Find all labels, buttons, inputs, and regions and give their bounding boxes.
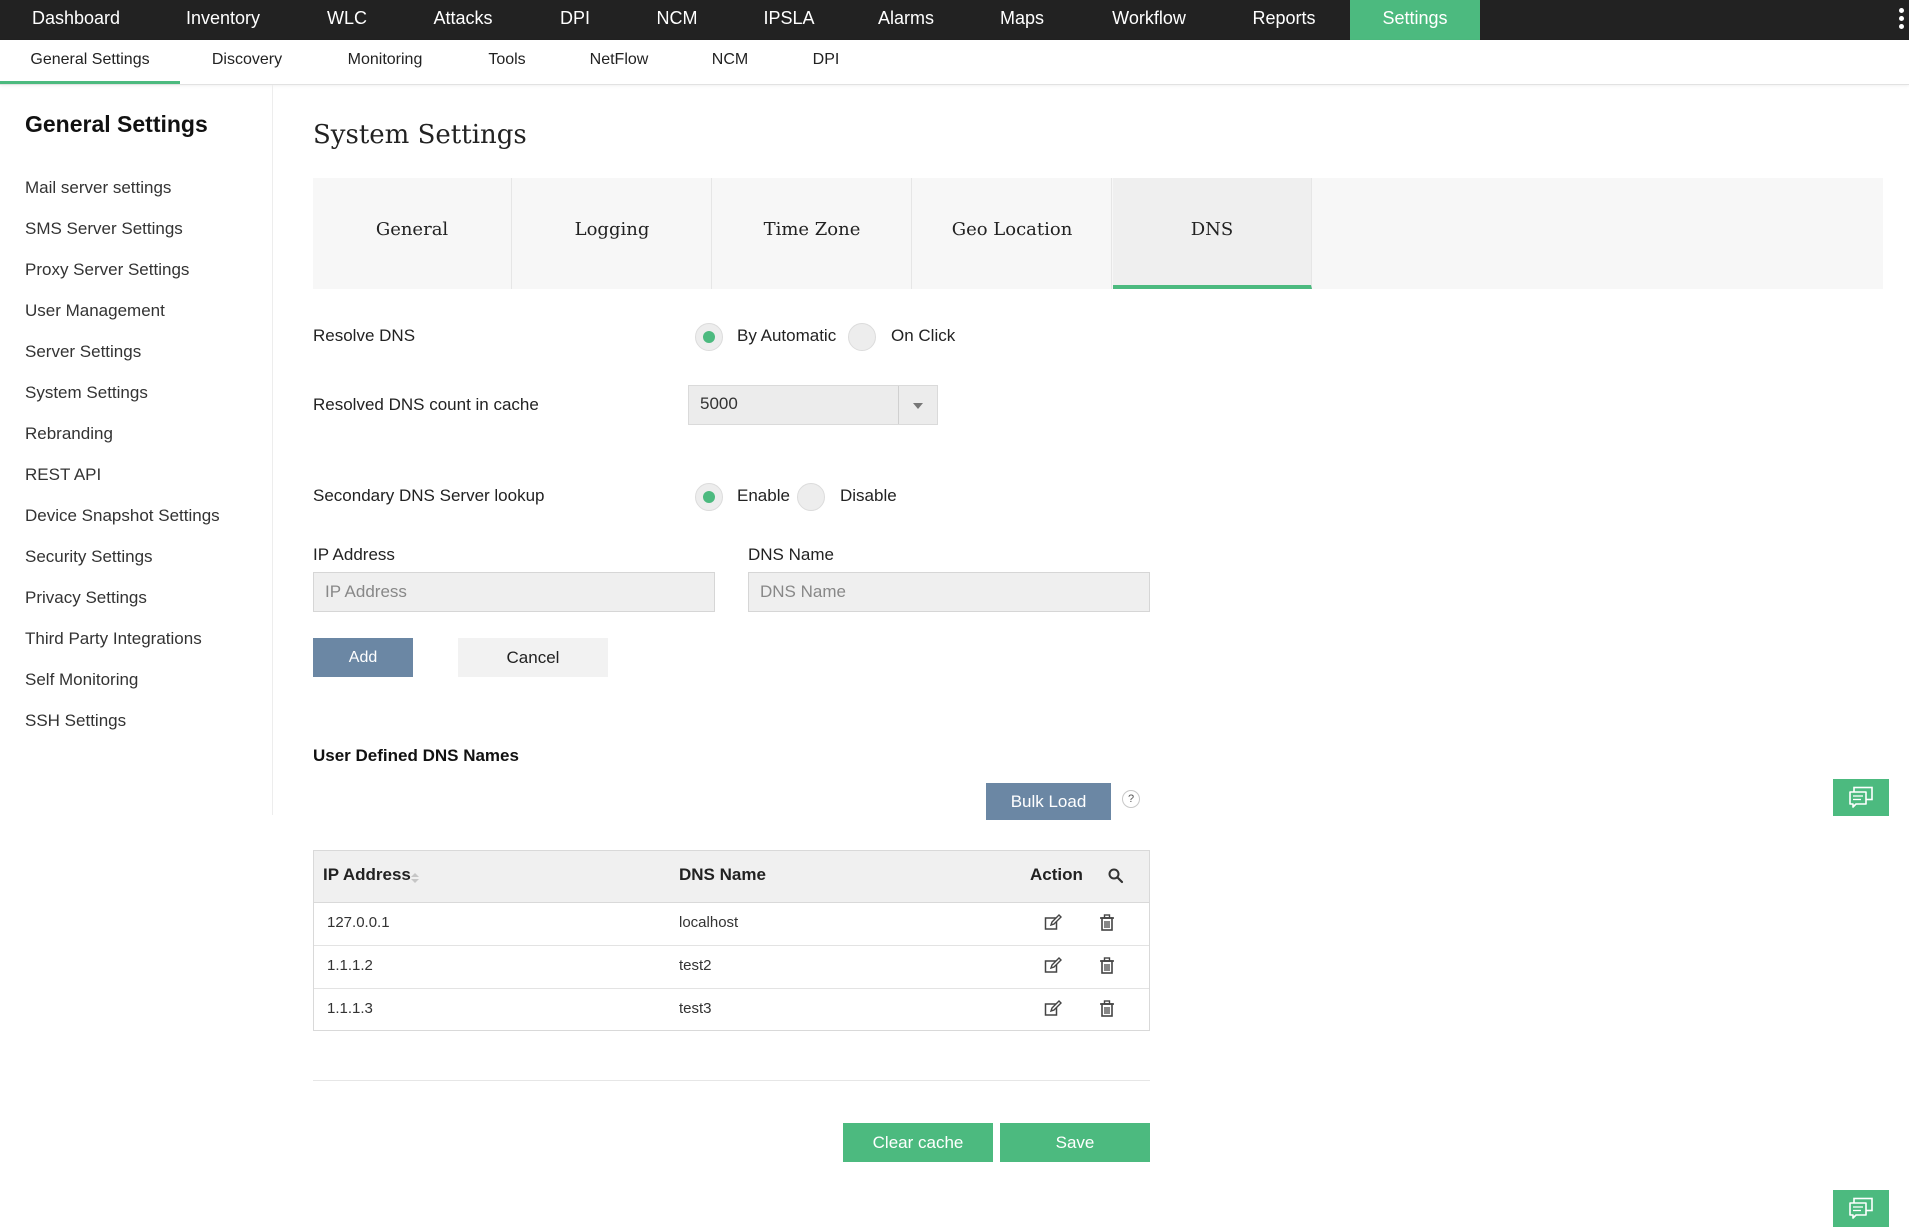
bulk-load-button[interactable]: Bulk Load	[986, 783, 1111, 820]
cache-count-value: 5000	[700, 394, 738, 413]
chat-button[interactable]	[1833, 779, 1889, 816]
secondary-lookup-label: Secondary DNS Server lookup	[313, 486, 545, 505]
radio-enable-label[interactable]: Enable	[737, 486, 790, 506]
table-row: 1.1.1.2 test2	[314, 946, 1149, 989]
column-action: Action	[1030, 865, 1083, 884]
delete-icon[interactable]	[1097, 956, 1117, 976]
sub-nav: General Settings Discovery Monitoring To…	[0, 40, 1909, 85]
sidebar-item-rebranding[interactable]: Rebranding	[25, 424, 113, 444]
tab-general[interactable]: General	[313, 178, 512, 289]
ip-address-label: IP Address	[313, 545, 395, 564]
clear-cache-button[interactable]: Clear cache	[843, 1123, 993, 1162]
sub-nav-ncm[interactable]: NCM	[680, 40, 780, 84]
sidebar-item-rest-api[interactable]: REST API	[25, 465, 101, 485]
help-icon[interactable]: ?	[1122, 790, 1140, 808]
sidebar-item-server-settings[interactable]: Server Settings	[25, 342, 141, 362]
sidebar-item-sms-server[interactable]: SMS Server Settings	[25, 219, 183, 239]
top-nav-settings[interactable]: Settings	[1350, 0, 1480, 40]
top-nav-alarms[interactable]: Alarms	[848, 0, 964, 40]
tab-time-zone[interactable]: Time Zone	[713, 178, 912, 289]
divider	[313, 1080, 1150, 1081]
radio-on-click[interactable]	[848, 323, 876, 351]
tab-dns[interactable]: DNS	[1113, 178, 1312, 289]
sidebar-item-ssh-settings[interactable]: SSH Settings	[25, 711, 126, 731]
row-ip: 127.0.0.1	[327, 914, 390, 931]
tab-logging[interactable]: Logging	[513, 178, 712, 289]
top-nav-maps[interactable]: Maps	[964, 0, 1080, 40]
chevron-down-icon[interactable]	[898, 386, 937, 424]
sort-icon[interactable]	[411, 873, 419, 885]
top-nav-attacks[interactable]: Attacks	[400, 0, 526, 40]
sub-nav-dpi[interactable]: DPI	[780, 40, 872, 84]
sidebar-item-system-settings[interactable]: System Settings	[25, 383, 148, 403]
sub-nav-discovery[interactable]: Discovery	[180, 40, 314, 84]
table-row: 1.1.1.3 test3	[314, 989, 1149, 1031]
top-nav-wlc[interactable]: WLC	[294, 0, 400, 40]
delete-icon[interactable]	[1097, 999, 1117, 1019]
row-ip: 1.1.1.3	[327, 1000, 373, 1017]
row-dns: test2	[679, 957, 712, 974]
cache-count-select[interactable]: 5000	[688, 385, 938, 425]
top-nav-ipsla[interactable]: IPSLA	[730, 0, 848, 40]
dns-name-label: DNS Name	[748, 545, 834, 564]
sidebar-item-device-snapshot[interactable]: Device Snapshot Settings	[25, 506, 220, 526]
chat-button[interactable]	[1833, 1190, 1889, 1227]
delete-icon[interactable]	[1097, 913, 1117, 933]
top-nav-reports[interactable]: Reports	[1218, 0, 1350, 40]
top-nav-ncm[interactable]: NCM	[624, 0, 730, 40]
ip-address-input[interactable]	[313, 572, 715, 612]
tab-geo-location[interactable]: Geo Location	[913, 178, 1112, 289]
column-dns-name: DNS Name	[679, 865, 766, 884]
resolve-dns-label: Resolve DNS	[313, 326, 416, 345]
top-nav-inventory[interactable]: Inventory	[152, 0, 294, 40]
radio-disable[interactable]	[797, 483, 825, 511]
top-nav-dpi[interactable]: DPI	[526, 0, 624, 40]
table-header: IP Address DNS Name Action	[314, 851, 1149, 903]
sidebar-item-proxy-server[interactable]: Proxy Server Settings	[25, 260, 189, 280]
edit-icon[interactable]	[1043, 999, 1063, 1019]
kebab-menu-icon[interactable]	[1897, 6, 1905, 34]
cache-count-label: Resolved DNS count in cache	[313, 395, 539, 414]
sub-nav-general-settings[interactable]: General Settings	[0, 40, 180, 84]
radio-by-automatic-label[interactable]: By Automatic	[737, 326, 836, 346]
top-nav-dashboard[interactable]: Dashboard	[0, 0, 152, 40]
dns-table: IP Address DNS Name Action 127.0.0.1 loc…	[313, 850, 1150, 1031]
sidebar-item-self-monitoring[interactable]: Self Monitoring	[25, 670, 138, 690]
top-nav: Dashboard Inventory WLC Attacks DPI NCM …	[0, 0, 1909, 40]
user-defined-title: User Defined DNS Names	[313, 746, 519, 765]
search-icon[interactable]	[1107, 867, 1125, 885]
page-title: System Settings	[313, 120, 527, 150]
sidebar-title: General Settings	[25, 111, 208, 137]
row-dns: test3	[679, 1000, 712, 1017]
table-row: 127.0.0.1 localhost	[314, 903, 1149, 946]
radio-enable[interactable]	[695, 483, 723, 511]
sidebar-item-security-settings[interactable]: Security Settings	[25, 547, 153, 567]
sidebar-item-user-management[interactable]: User Management	[25, 301, 165, 321]
cancel-button[interactable]: Cancel	[458, 638, 608, 677]
chat-icon	[1849, 786, 1873, 808]
column-ip-address[interactable]: IP Address	[323, 865, 411, 885]
edit-icon[interactable]	[1043, 913, 1063, 933]
add-button[interactable]: Add	[313, 638, 413, 677]
settings-tabs: General Logging Time Zone Geo Location D…	[313, 178, 1883, 289]
sub-nav-monitoring[interactable]: Monitoring	[314, 40, 456, 84]
sidebar-item-mail-server[interactable]: Mail server settings	[25, 178, 171, 198]
chat-icon	[1849, 1197, 1873, 1219]
top-nav-workflow[interactable]: Workflow	[1080, 0, 1218, 40]
row-dns: localhost	[679, 914, 739, 931]
dns-name-input[interactable]	[748, 572, 1150, 612]
save-button[interactable]: Save	[1000, 1123, 1150, 1162]
radio-by-automatic[interactable]	[695, 323, 723, 351]
radio-on-click-label[interactable]: On Click	[891, 326, 955, 346]
sub-nav-tools[interactable]: Tools	[456, 40, 558, 84]
sidebar-item-third-party[interactable]: Third Party Integrations	[25, 629, 202, 649]
sidebar: General Settings Mail server settings SM…	[0, 85, 273, 815]
sidebar-item-privacy-settings[interactable]: Privacy Settings	[25, 588, 147, 608]
row-ip: 1.1.1.2	[327, 957, 373, 974]
edit-icon[interactable]	[1043, 956, 1063, 976]
radio-disable-label[interactable]: Disable	[840, 486, 897, 506]
sub-nav-netflow[interactable]: NetFlow	[558, 40, 680, 84]
